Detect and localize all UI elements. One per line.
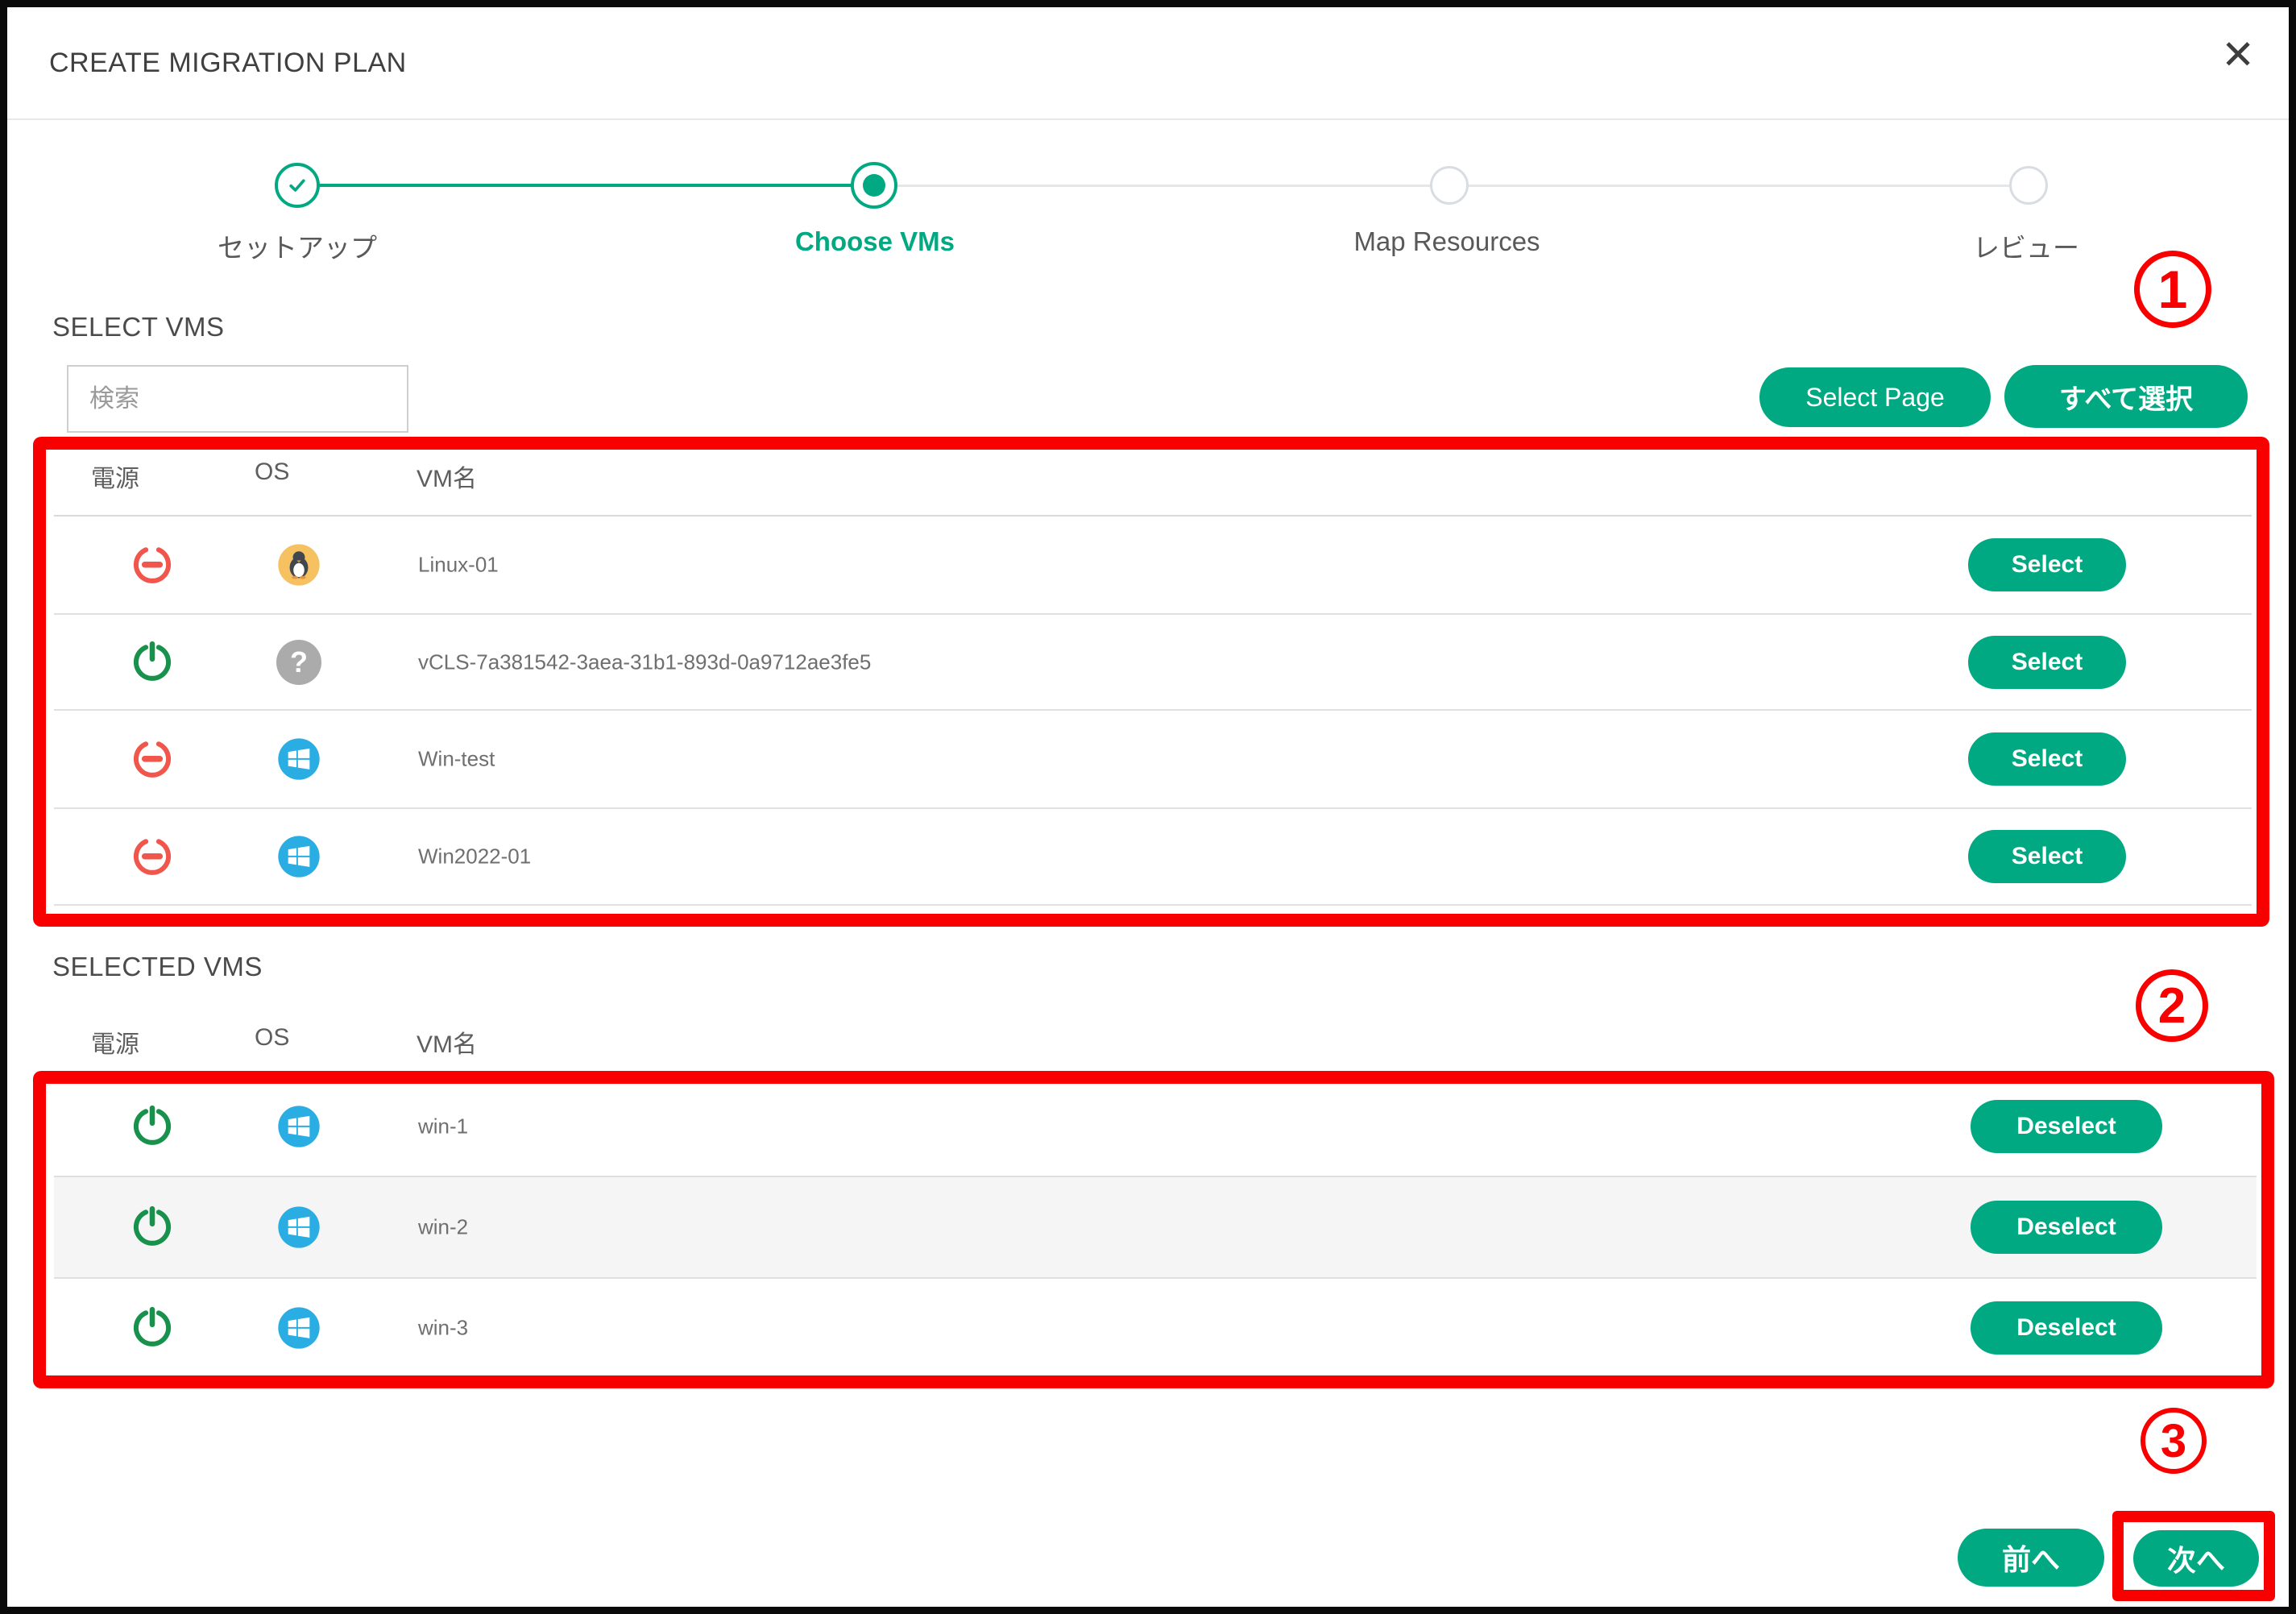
vm-name: vCLS-7a381542-3aea-31b1-893d-0a9712ae3fe…	[418, 649, 871, 674]
power-off-icon	[130, 542, 175, 587]
deselect-button[interactable]: Deselect	[1971, 1100, 2162, 1153]
windows-icon	[276, 834, 321, 879]
create-migration-plan-dialog: CREATE MIGRATION PLAN ✕ セットアップ Choose VM…	[0, 0, 2296, 1614]
column-header-vm-name: VM名	[417, 458, 477, 494]
vm-name: win-1	[418, 1114, 468, 1139]
header-divider	[7, 118, 2289, 120]
column-header-os: OS	[255, 1024, 289, 1052]
step-map-resources-icon[interactable]	[1430, 166, 1469, 205]
column-header-power: 電源	[91, 1024, 139, 1060]
table-row: ? vCLS-7a381542-3aea-31b1-893d-0a9712ae3…	[54, 615, 2252, 711]
select-button[interactable]: Select	[1968, 636, 2126, 689]
windows-icon	[276, 736, 321, 782]
step-review-icon[interactable]	[2009, 166, 2048, 205]
table-row: win-2 Deselect	[54, 1177, 2257, 1279]
annotation-number-3: 3	[2141, 1408, 2207, 1474]
select-page-button[interactable]: Select Page	[1759, 367, 1991, 427]
stepper-connector-done	[317, 184, 856, 187]
vm-name: win-2	[418, 1215, 468, 1240]
unknown-os-icon: ?	[276, 640, 321, 685]
power-on-icon	[130, 640, 175, 685]
annotation-number-1: 1	[2134, 251, 2211, 328]
select-button[interactable]: Select	[1968, 732, 2126, 786]
annotation-number-2: 2	[2136, 969, 2208, 1042]
windows-icon	[276, 1305, 321, 1351]
power-off-icon	[130, 736, 175, 782]
step-setup-check-icon[interactable]	[275, 163, 320, 208]
vm-name: win-3	[418, 1316, 468, 1341]
select-vms-heading: SELECT VMS	[52, 312, 224, 342]
select-button[interactable]: Select	[1968, 538, 2126, 591]
deselect-button[interactable]: Deselect	[1971, 1201, 2162, 1254]
vm-name: Linux-01	[418, 553, 499, 578]
windows-icon	[276, 1205, 321, 1250]
page-title: CREATE MIGRATION PLAN	[49, 48, 407, 79]
step-label-map-resources[interactable]: Map Resources	[1353, 226, 1540, 257]
vm-name: Win-test	[418, 747, 495, 772]
table-row: Win-test Select	[54, 711, 2252, 809]
power-on-icon	[130, 1104, 175, 1149]
windows-icon	[276, 1104, 321, 1149]
select-button[interactable]: Select	[1968, 830, 2126, 883]
table-row: Linux-01 Select	[54, 517, 2252, 615]
power-on-icon	[130, 1305, 175, 1351]
next-button[interactable]: 次へ	[2133, 1530, 2259, 1587]
stepper-connector-todo	[897, 185, 1431, 187]
column-header-vm-name: VM名	[417, 1024, 477, 1060]
selected-vms-heading: SELECTED VMS	[52, 952, 263, 982]
vm-name: Win2022-01	[418, 844, 531, 869]
close-icon[interactable]: ✕	[2221, 35, 2255, 75]
search-input[interactable]	[67, 365, 408, 433]
column-header-os: OS	[255, 458, 289, 486]
step-label-choose-vms[interactable]: Choose VMs	[795, 226, 955, 257]
column-header-power: 電源	[91, 458, 139, 494]
table-row: win-3 Deselect	[54, 1279, 2257, 1377]
table-row: win-1 Deselect	[54, 1077, 2257, 1177]
step-choose-vms-icon[interactable]	[851, 162, 897, 209]
stepper-connector-todo	[1468, 185, 2009, 187]
linux-icon	[276, 542, 321, 587]
step-label-review[interactable]: レビュー	[1973, 226, 2079, 265]
select-all-button[interactable]: すべて選択	[2004, 365, 2248, 428]
step-label-setup[interactable]: セットアップ	[218, 226, 377, 265]
previous-button[interactable]: 前へ	[1958, 1529, 2104, 1587]
deselect-button[interactable]: Deselect	[1971, 1301, 2162, 1355]
table-row: Win2022-01 Select	[54, 809, 2252, 906]
power-on-icon	[130, 1205, 175, 1250]
power-off-icon	[130, 834, 175, 879]
